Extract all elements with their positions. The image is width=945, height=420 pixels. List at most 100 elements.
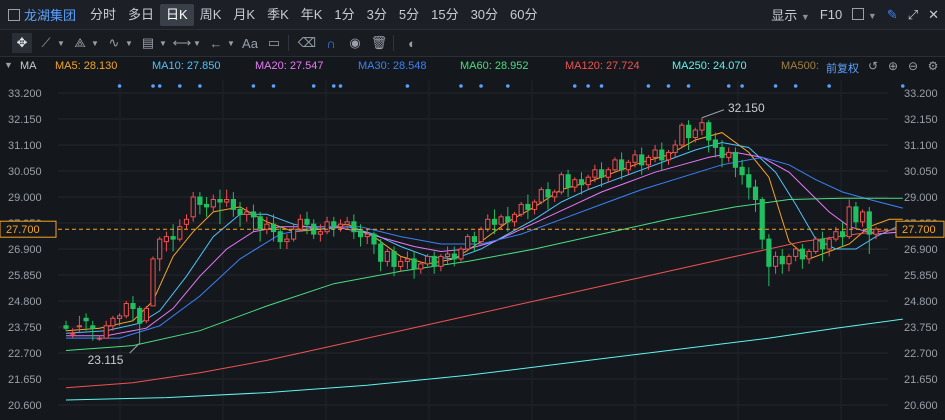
remove-icon[interactable]: ⊖ xyxy=(905,58,921,74)
candle-down xyxy=(137,307,143,324)
price-tag-left: 27.700 xyxy=(6,224,40,236)
candle-up xyxy=(418,263,424,270)
polyline-icon[interactable]: ⟁ xyxy=(70,33,90,53)
chevron-down-icon[interactable]: ▼ xyxy=(124,33,134,53)
candle-up xyxy=(806,251,812,260)
square-icon xyxy=(852,8,865,20)
period-tab[interactable]: 月K xyxy=(227,4,261,26)
chevron-down-icon[interactable]: ▼ xyxy=(56,33,66,53)
toggle-icon[interactable]: ◐ xyxy=(402,33,422,53)
candle-up xyxy=(773,255,779,267)
candle-up xyxy=(224,199,230,203)
crosshair-icon[interactable]: ✥ xyxy=(12,33,32,53)
divider xyxy=(393,35,394,51)
y-tick-label-right: 26.900 xyxy=(904,244,938,256)
y-tick-label-left: 20.600 xyxy=(8,400,42,412)
candle-down xyxy=(351,221,357,233)
candle-up xyxy=(538,189,544,203)
comment-icon[interactable]: ▭ xyxy=(264,33,284,53)
y-tick-label-right: 21.650 xyxy=(904,374,938,386)
event-marker xyxy=(198,84,202,88)
arrow-icon[interactable]: ← xyxy=(206,33,226,53)
candle-up xyxy=(511,213,518,223)
period-tab[interactable]: 年K xyxy=(295,4,329,26)
candle-up xyxy=(110,317,116,327)
event-marker xyxy=(271,84,276,88)
chevron-down-icon[interactable]: ▼ xyxy=(192,33,202,53)
candle-down xyxy=(639,154,645,166)
y-tick-label-right: 25.850 xyxy=(904,270,938,282)
indicator-label[interactable]: MA xyxy=(20,60,37,72)
text-tool-icon[interactable]: Aa xyxy=(240,33,260,53)
add-icon[interactable]: ⊕ xyxy=(885,58,901,74)
period-tab[interactable]: 3分 xyxy=(361,4,393,26)
candle-up xyxy=(337,223,344,228)
magnet-icon[interactable]: ∩ xyxy=(321,33,341,53)
period-tab[interactable]: 季K xyxy=(261,4,295,26)
candle-down xyxy=(599,169,605,178)
measure-icon[interactable]: ⟷ xyxy=(172,33,192,53)
event-marker xyxy=(311,84,316,88)
event-marker xyxy=(331,84,336,88)
candle-down xyxy=(431,255,437,267)
candle-down xyxy=(659,149,665,161)
ma30-value: MA30: 28.548 xyxy=(358,60,427,72)
chevron-down-icon[interactable]: ▼ xyxy=(158,33,168,53)
candle-up xyxy=(364,233,370,238)
period-tab[interactable]: 60分 xyxy=(504,4,543,26)
y-tick-label-left: 21.650 xyxy=(8,374,42,386)
undo-icon[interactable]: ↺ xyxy=(865,58,881,74)
candle-down xyxy=(257,216,263,230)
window-icon[interactable] xyxy=(8,8,20,21)
candle-up xyxy=(264,223,270,230)
candle-down xyxy=(277,231,283,243)
period-tab[interactable]: 多日 xyxy=(122,4,160,26)
settings-icon[interactable]: ⚙ xyxy=(925,58,941,74)
right-tools: 显示 ▼ F10 ▼ ✎ ⤢ ✕ xyxy=(771,0,939,29)
trash-icon[interactable]: 🗑 xyxy=(369,33,389,53)
candle-up xyxy=(244,211,250,215)
chevron-down-icon[interactable]: ▼ xyxy=(90,33,100,53)
f10-button[interactable]: F10 xyxy=(820,7,842,22)
candle-down xyxy=(712,139,718,148)
period-tab[interactable]: 15分 xyxy=(425,4,464,26)
period-tab[interactable]: 分时 xyxy=(84,4,122,26)
ma5-value: MA5: 28.130 xyxy=(55,60,118,72)
chevron-down-icon[interactable]: ▼ xyxy=(226,33,236,53)
candle-up xyxy=(183,218,190,225)
period-tab[interactable]: 日K xyxy=(160,3,194,26)
close-icon[interactable]: ✕ xyxy=(928,7,939,23)
candle-up xyxy=(123,303,129,317)
wave-icon[interactable]: ∿ xyxy=(104,33,124,53)
pen-icon[interactable]: ✎ xyxy=(887,7,898,23)
candle-up xyxy=(692,129,698,138)
candle-up xyxy=(398,260,404,267)
trendline-icon[interactable]: ⟋ xyxy=(36,33,56,53)
adjust-mode[interactable]: 前复权 xyxy=(826,60,859,76)
ma250-line xyxy=(65,318,903,401)
display-button[interactable]: 显示 ▼ xyxy=(771,5,810,24)
y-tick-label-right: 32.150 xyxy=(904,114,938,126)
period-tab[interactable]: 周K xyxy=(194,4,228,26)
stock-name[interactable]: 龙湖集团 xyxy=(20,5,84,24)
candle-down xyxy=(766,238,772,267)
candle-up xyxy=(860,211,866,223)
high-label: 32.150 xyxy=(728,101,765,115)
collapse-icon[interactable]: ▼ xyxy=(4,60,13,70)
period-tab[interactable]: 5分 xyxy=(393,4,425,26)
ma120-line xyxy=(65,228,903,389)
eye-icon[interactable]: ◉ xyxy=(345,33,365,53)
ma10-value: MA10: 27.850 xyxy=(152,60,221,72)
period-tab[interactable]: 1分 xyxy=(328,4,360,26)
candle-up xyxy=(424,255,431,265)
eraser-icon[interactable]: ⌫ xyxy=(297,33,317,53)
candle-up xyxy=(498,216,504,225)
period-tab[interactable]: 30分 xyxy=(465,4,504,26)
candle-down xyxy=(378,243,384,262)
expand-icon[interactable]: ⤢ xyxy=(908,7,918,23)
candlestick-chart[interactable]: 33.200 33.200 32.150 32.150 31.100 31.100 30.0… xyxy=(0,80,945,420)
event-marker xyxy=(599,84,604,88)
fibonacci-icon[interactable]: ▤ xyxy=(138,33,158,53)
candle-down xyxy=(752,186,759,200)
layout-button[interactable]: ▼ xyxy=(852,7,877,22)
